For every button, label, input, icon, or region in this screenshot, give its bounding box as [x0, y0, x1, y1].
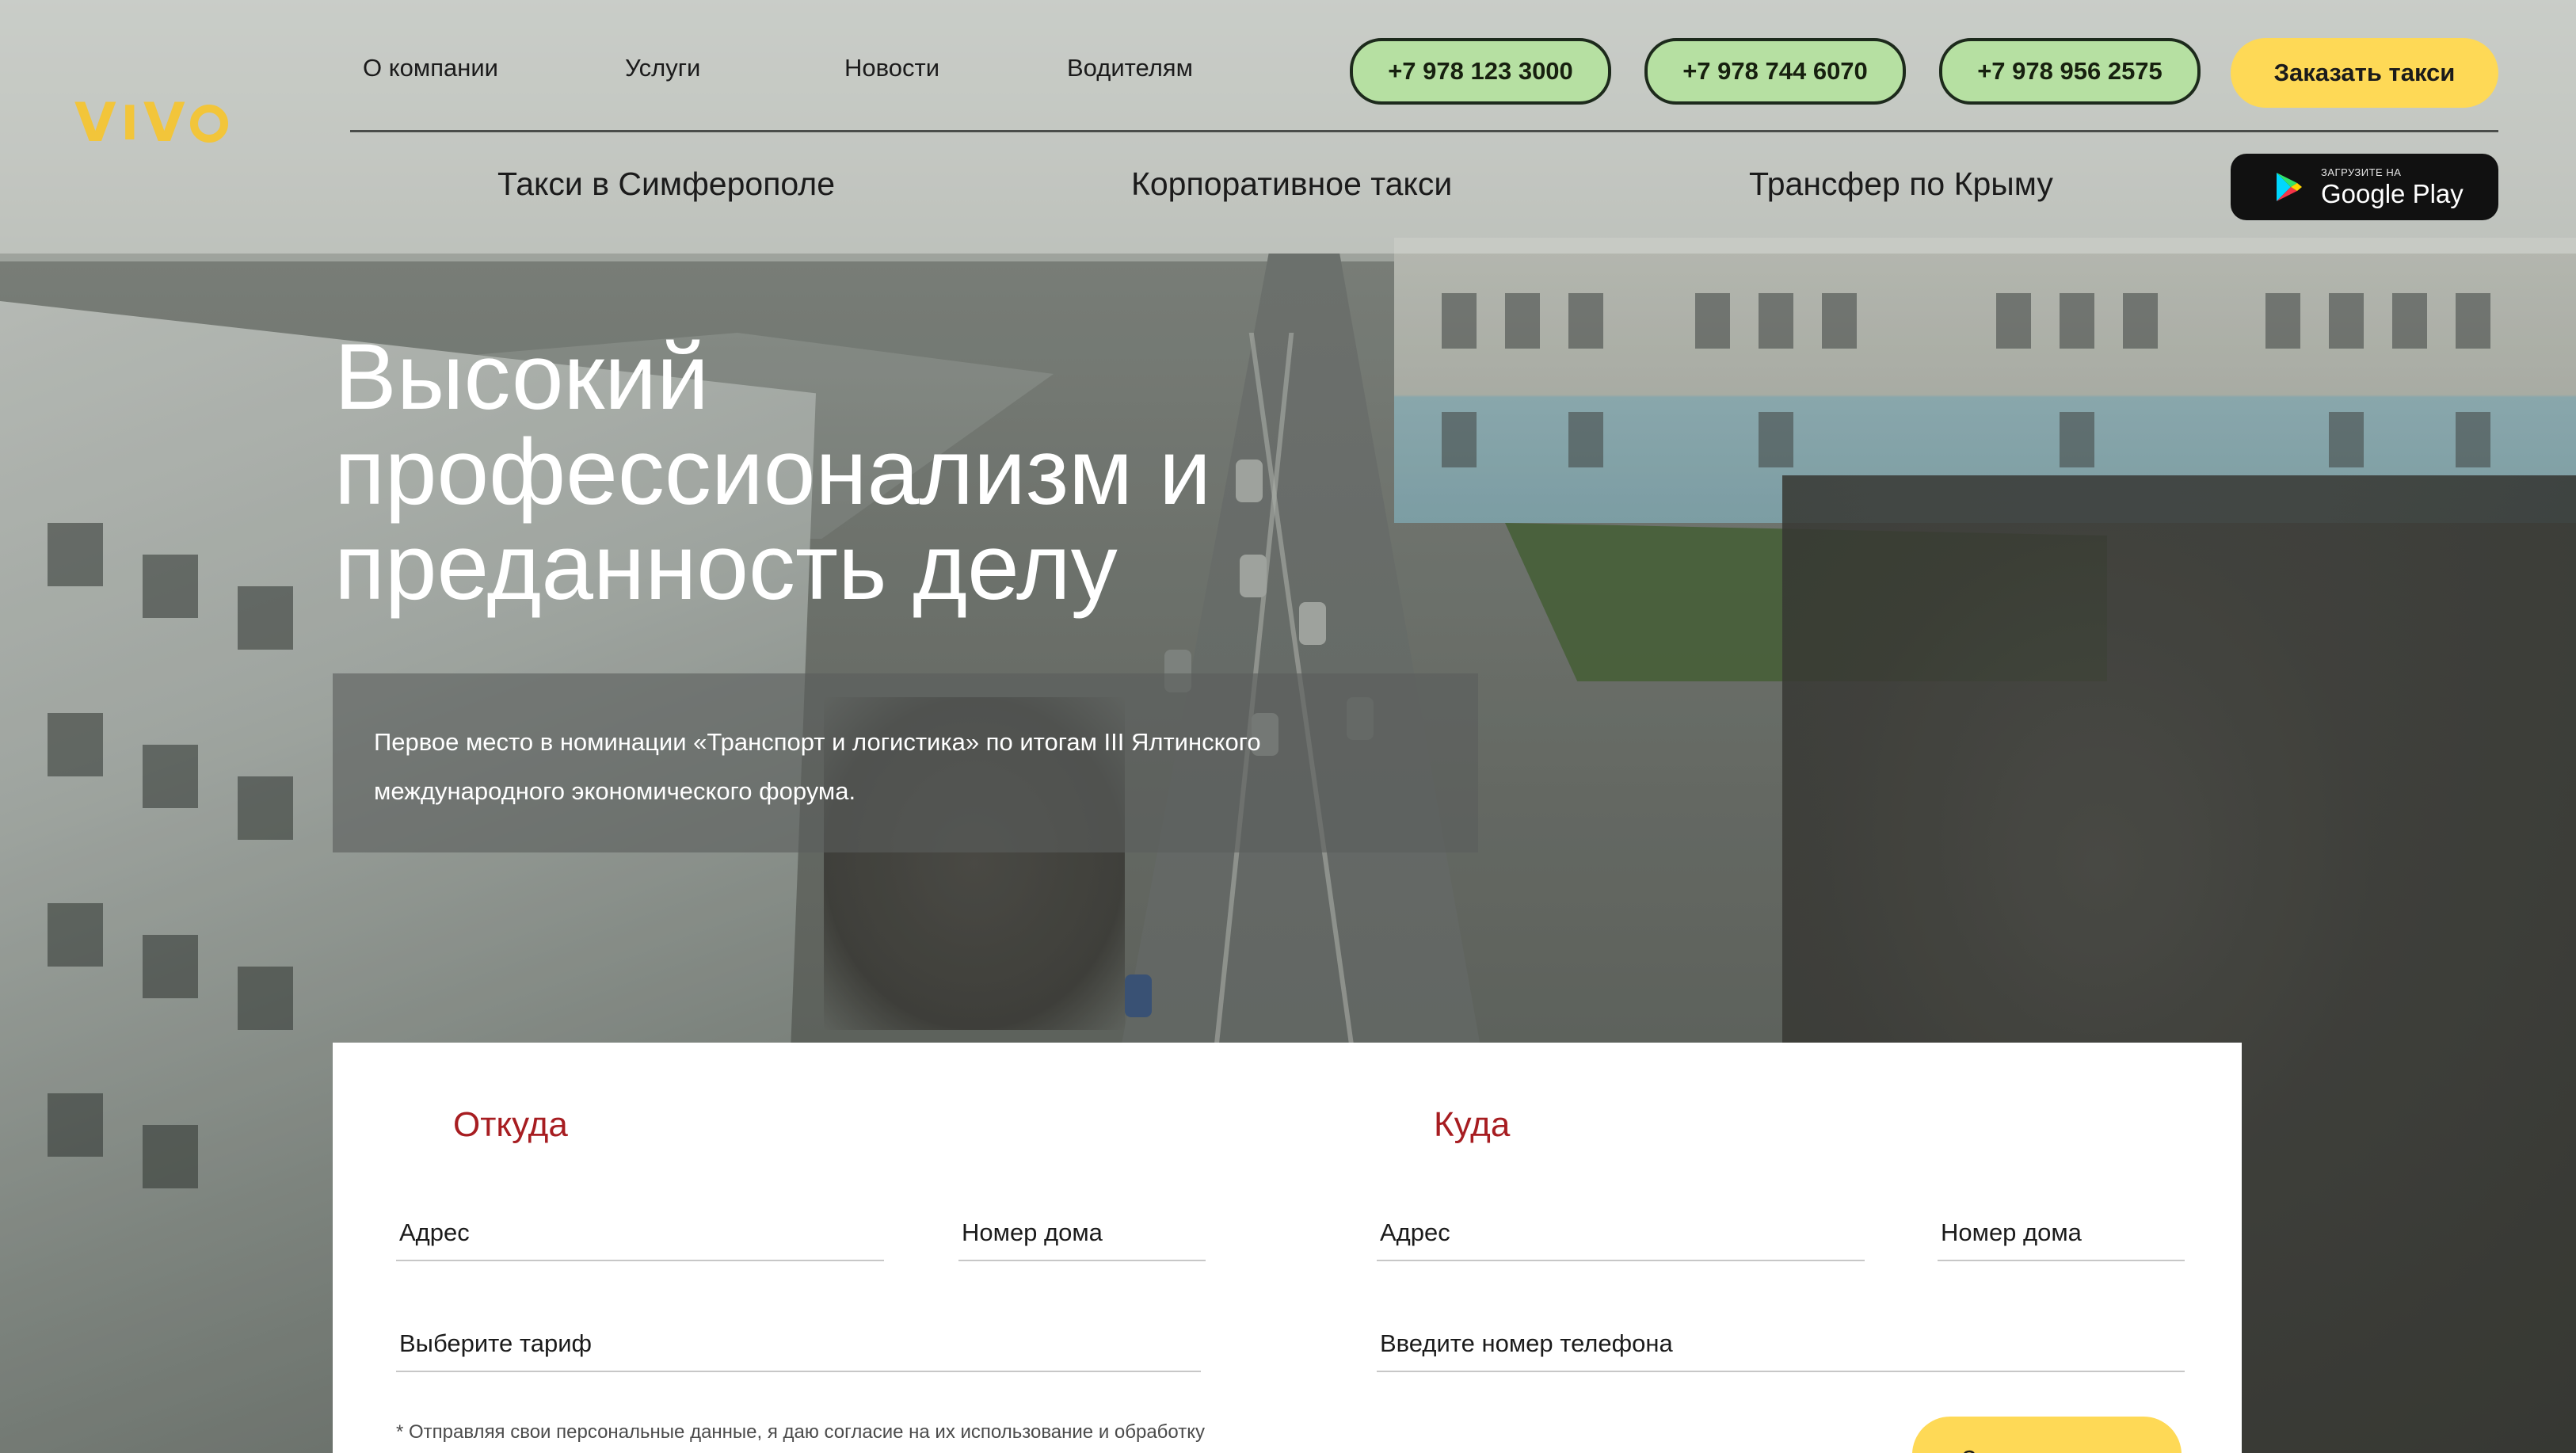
hero-title-line-1: Высокий — [334, 325, 709, 429]
google-play-label: Google Play — [2321, 179, 2464, 208]
hero-title: Высокий профессионализм и преданность де… — [334, 330, 1364, 615]
nav-link-drivers[interactable]: Водителям — [1067, 52, 1193, 84]
subnav-link-simferopol-taxi[interactable]: Такси в Симферополе — [497, 163, 835, 204]
header — [0, 0, 2576, 254]
from-heading: Откуда — [453, 1105, 568, 1144]
vivo-logo[interactable]: V I V — [74, 97, 233, 151]
to-address-input[interactable]: Адрес — [1377, 1206, 1865, 1261]
google-play-icon — [2277, 173, 2302, 201]
phone-button-2[interactable]: +7 978 744 6070 — [1644, 38, 1906, 105]
nav-link-about[interactable]: О компании — [363, 52, 498, 84]
page: V I V О компании Услуги Новости Водителя… — [0, 0, 2576, 1453]
google-play-badge[interactable]: ЗАГРУЗИТЕ НА Google Play — [2231, 154, 2498, 220]
header-divider — [350, 130, 2498, 132]
hero-title-line-3: преданность делу — [334, 515, 1118, 620]
phone-input[interactable]: Введите номер телефона — [1377, 1317, 2185, 1372]
phone-button-3[interactable]: +7 978 956 2575 — [1939, 38, 2201, 105]
subnav-link-crimea-transfer[interactable]: Трансфер по Крыму — [1749, 163, 2053, 204]
from-address-input[interactable]: Адрес — [396, 1206, 884, 1261]
consent-note: * Отправляя свои персональные данные, я … — [396, 1421, 1206, 1443]
order-taxi-button-header[interactable]: Заказать такси — [2231, 38, 2498, 108]
phone-button-1[interactable]: +7 978 123 3000 — [1350, 38, 1611, 105]
to-heading: Куда — [1434, 1105, 1511, 1144]
google-play-caption: ЗАГРУЗИТЕ НА — [2321, 166, 2402, 178]
subnav-link-corporate-taxi[interactable]: Корпоративное такси — [1131, 163, 1452, 204]
hero-description: Первое место в номинации «Транспорт и ло… — [333, 673, 1478, 852]
hero-title-line-2: профессионализм и — [334, 420, 1211, 524]
to-house-number-input[interactable]: Номер дома — [1938, 1206, 2185, 1261]
nav-link-news[interactable]: Новости — [844, 52, 939, 84]
order-taxi-submit-button[interactable]: Заказать такси — [1912, 1417, 2182, 1453]
order-form: Откуда Куда Адрес Номер дома Адрес Номер… — [333, 1043, 2242, 1453]
nav-link-services[interactable]: Услуги — [625, 52, 700, 84]
tariff-select[interactable]: Выберите тариф — [396, 1317, 1201, 1372]
from-house-number-input[interactable]: Номер дома — [958, 1206, 1206, 1261]
